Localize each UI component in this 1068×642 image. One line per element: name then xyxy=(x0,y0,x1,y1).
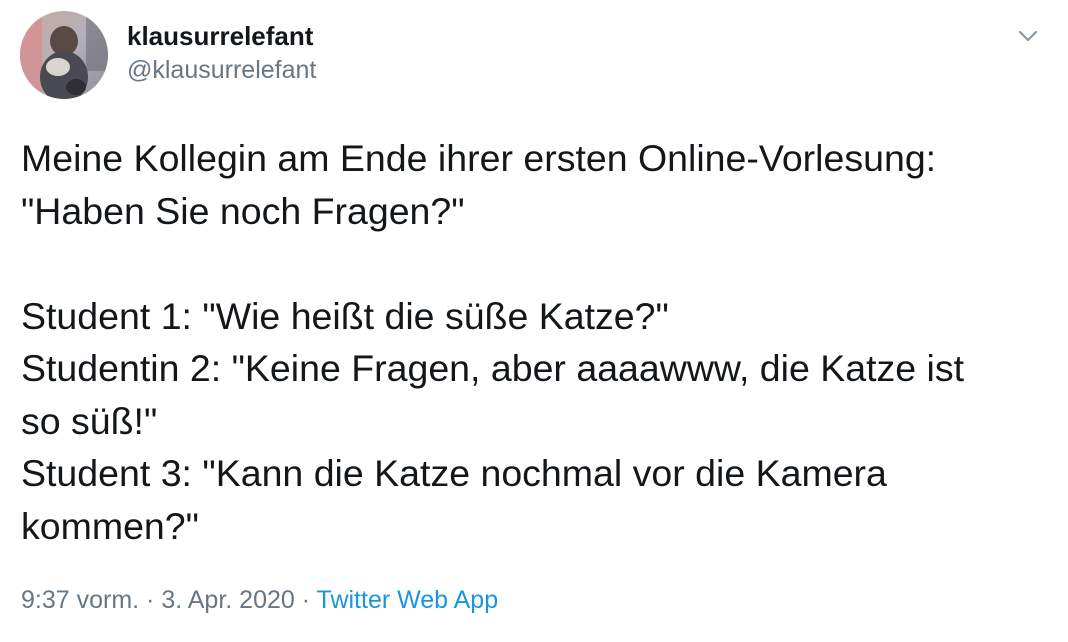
profile-photo-icon xyxy=(20,11,108,99)
tweet-line: Student 1: "Wie heißt die süße Katze?" xyxy=(21,294,669,337)
tweet-line: Studentin 2: "Keine Fragen, aber aaaawww… xyxy=(21,347,965,389)
tweet-line: "Haben Sie noch Fragen?" xyxy=(21,189,465,232)
meta-separator: · xyxy=(294,586,317,614)
author-handle[interactable]: @klausurrelefant xyxy=(127,56,316,85)
tweet-line: kommen?" xyxy=(21,504,199,547)
meta-separator: · xyxy=(139,586,162,614)
chevron-down-icon xyxy=(1018,30,1038,42)
tweet-line: Meine Kollegin am Ende ihrer ersten Onli… xyxy=(21,137,937,179)
tweet-menu-button[interactable] xyxy=(1014,22,1042,50)
tweet-meta: 9:37 vorm. · 3. Apr. 2020 · Twitter Web … xyxy=(21,586,498,615)
tweet-line: so süß!" xyxy=(21,399,158,442)
tweet-card: klausurrelefant @klausurrelefant Meine K… xyxy=(0,0,1068,642)
tweet-text: Meine Kollegin am Ende ihrer ersten Onli… xyxy=(21,132,1041,552)
tweet-time[interactable]: 9:37 vorm. xyxy=(21,586,139,614)
tweet-date[interactable]: 3. Apr. 2020 xyxy=(161,586,294,614)
author-display-name[interactable]: klausurrelefant xyxy=(127,21,313,52)
tweet-source-link[interactable]: Twitter Web App xyxy=(317,586,499,614)
avatar[interactable] xyxy=(20,11,108,99)
tweet-line: Student 3: "Kann die Katze nochmal vor d… xyxy=(21,452,887,494)
